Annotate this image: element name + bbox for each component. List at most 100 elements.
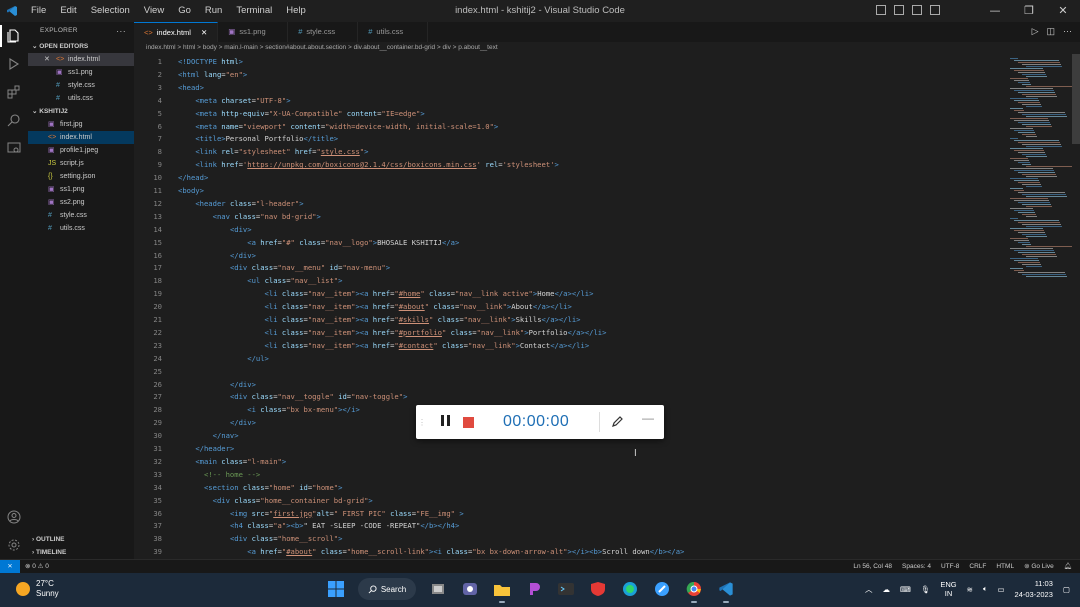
code-line[interactable]: 25: [134, 365, 1014, 378]
code-line[interactable]: 2 <html lang="en">: [134, 68, 1014, 81]
menu-run[interactable]: Run: [198, 0, 229, 22]
tab-index-html[interactable]: <> index.html ✕: [134, 22, 219, 43]
code-line[interactable]: 27 <div class="nav__toggle" id="nav-togg…: [134, 390, 1014, 403]
timeline-header[interactable]: › TIMELINE: [28, 546, 134, 559]
code-line[interactable]: 24 </ul>: [134, 352, 1014, 365]
notification-center-icon[interactable]: ▢: [1063, 585, 1070, 594]
keyboard-icon[interactable]: ⌨: [900, 585, 911, 594]
code-line[interactable]: 8 <link rel="stylesheet" href="style.css…: [134, 145, 1014, 158]
code-line[interactable]: 23 <li class="nav__item"><a href="#conta…: [134, 339, 1014, 352]
file-item[interactable]: JS script.js: [28, 157, 134, 170]
code-line[interactable]: 36 <img src="first.jpg"alt=" FIRST PIC" …: [134, 507, 1014, 520]
tab-style-css[interactable]: # style.css: [288, 22, 359, 42]
code-line[interactable]: 14 <div>: [134, 223, 1014, 236]
outline-header[interactable]: › OUTLINE: [28, 533, 134, 546]
toggle-sidebar-icon[interactable]: [876, 5, 886, 15]
microphone-icon[interactable]: 🎙︎: [921, 585, 931, 594]
open-editor-item[interactable]: ✕ <> index.html: [28, 53, 134, 66]
minimize-recorder-button[interactable]: —: [642, 411, 654, 425]
pinned-app-icon[interactable]: [524, 578, 544, 600]
remote-indicator[interactable]: ⨯: [0, 560, 20, 574]
file-explorer-icon[interactable]: [492, 578, 512, 603]
shield-app-icon[interactable]: [588, 578, 608, 600]
code-line[interactable]: 21 <li class="nav__item"><a href="#skill…: [134, 313, 1014, 326]
open-editors-header[interactable]: ⌄ OPEN EDITORS: [28, 40, 134, 53]
cursor-position[interactable]: Ln 56, Col 48: [853, 560, 892, 574]
file-item[interactable]: ▣ profile1.jpeg: [28, 144, 134, 157]
maximize-button[interactable]: ❐: [1012, 0, 1046, 22]
settings-gear-icon[interactable]: [0, 531, 28, 559]
file-item[interactable]: # utils.css: [28, 222, 134, 235]
code-line[interactable]: 10 </head>: [134, 171, 1014, 184]
more-actions-icon[interactable]: ···: [116, 22, 126, 40]
menu-help[interactable]: Help: [279, 0, 313, 22]
code-line[interactable]: 33 <!-- home -->: [134, 468, 1014, 481]
language-indicator[interactable]: ENG IN: [940, 580, 956, 598]
close-editor-icon[interactable]: ✕: [44, 53, 50, 66]
file-item[interactable]: ▣ first.jpg: [28, 118, 134, 131]
go-live-button[interactable]: ⊚ Go Live: [1024, 560, 1054, 574]
code-line[interactable]: 38 <div class="home__scroll">: [134, 532, 1014, 545]
open-editor-item[interactable]: # style.css: [28, 79, 134, 92]
file-item[interactable]: # style.css: [28, 209, 134, 222]
close-tab-icon[interactable]: ✕: [201, 23, 207, 43]
open-editor-item[interactable]: ▣ ss1.png: [28, 66, 134, 79]
open-editor-item[interactable]: # utils.css: [28, 92, 134, 105]
code-line[interactable]: 39 <a href="#about" class="home__scroll-…: [134, 545, 1014, 558]
code-line[interactable]: 13 <nav class="nav bd-grid">: [134, 210, 1014, 223]
extensions-icon[interactable]: [0, 78, 28, 106]
code-line[interactable]: 9 <link href='https://unpkg.com/boxicons…: [134, 158, 1014, 171]
menu-go[interactable]: Go: [171, 0, 198, 22]
code-line[interactable]: 11 <body>: [134, 184, 1014, 197]
code-line[interactable]: 18 <ul class="nav__list">: [134, 274, 1014, 287]
code-line[interactable]: 32 <main class="l-main">: [134, 455, 1014, 468]
close-button[interactable]: ✕: [1046, 0, 1080, 22]
show-hidden-icons-icon[interactable]: ︿: [865, 584, 873, 595]
menu-file[interactable]: File: [24, 0, 53, 22]
problems-indicator[interactable]: ⊗ 0 ⚠ 0: [25, 560, 49, 574]
code-line[interactable]: 17 <div class="nav__menu" id="nav-menu">: [134, 261, 1014, 274]
split-editor-icon[interactable]: ◫: [1046, 26, 1055, 37]
task-view-icon[interactable]: [428, 578, 448, 600]
toggle-panel-icon[interactable]: [894, 5, 904, 15]
battery-icon[interactable]: ▭: [997, 585, 1004, 594]
code-line[interactable]: 34 <section class="home" id="home">: [134, 481, 1014, 494]
pause-button[interactable]: [436, 415, 454, 429]
code-line[interactable]: 7 <title>Personal Portfolio</title>: [134, 132, 1014, 145]
file-item[interactable]: ▣ ss2.png: [28, 196, 134, 209]
vscode-taskbar-icon[interactable]: [716, 578, 736, 603]
folder-header[interactable]: ⌄ KSHITIJ2: [28, 105, 134, 118]
code-line[interactable]: 1 <!DOCTYPE html>: [134, 55, 1014, 68]
code-line[interactable]: 4 <meta charset="UTF-8">: [134, 94, 1014, 107]
code-line[interactable]: 12 <header class="l-header">: [134, 197, 1014, 210]
menu-selection[interactable]: Selection: [84, 0, 137, 22]
store-app-icon[interactable]: [652, 578, 672, 600]
minimap-slider[interactable]: [1072, 54, 1080, 144]
tab-ss1-png[interactable]: ▣ ss1.png: [218, 22, 289, 42]
code-line[interactable]: 5 <meta http-equiv="X-UA-Compatible" con…: [134, 107, 1014, 120]
volume-icon[interactable]: 🔈︎: [983, 584, 988, 594]
remote-explorer-icon[interactable]: [0, 134, 28, 162]
code-line[interactable]: 31 </header>: [134, 442, 1014, 455]
menu-terminal[interactable]: Terminal: [229, 0, 279, 22]
explorer-icon[interactable]: [0, 22, 28, 50]
notifications-icon[interactable]: 🔔︎: [1064, 560, 1072, 574]
minimize-button[interactable]: —: [978, 0, 1012, 22]
customize-layout-icon[interactable]: [930, 5, 940, 15]
wifi-icon[interactable]: ≋: [967, 585, 973, 594]
taskbar-search[interactable]: Search: [358, 578, 416, 600]
code-line[interactable]: 20 <li class="nav__item"><a href="#about…: [134, 300, 1014, 313]
more-icon[interactable]: ···: [1063, 26, 1072, 37]
terminal-app-icon[interactable]: [556, 578, 576, 600]
pen-icon[interactable]: [610, 415, 624, 429]
breadcrumb[interactable]: index.html > html > body > main.l-main >…: [134, 42, 1080, 54]
start-button-icon[interactable]: [326, 578, 346, 600]
code-line[interactable]: 3 <head>: [134, 81, 1014, 94]
code-editor[interactable]: 1 <!DOCTYPE html> 2 <html lang="en"> 3 <head>…: [134, 54, 1014, 559]
language-mode[interactable]: HTML: [996, 560, 1014, 574]
cloud-icon[interactable]: ☁: [883, 585, 891, 594]
toggle-secondary-sidebar-icon[interactable]: [912, 5, 922, 15]
encoding[interactable]: UTF-8: [941, 560, 959, 574]
stop-button[interactable]: [463, 416, 474, 428]
edge-browser-icon[interactable]: [620, 578, 640, 600]
